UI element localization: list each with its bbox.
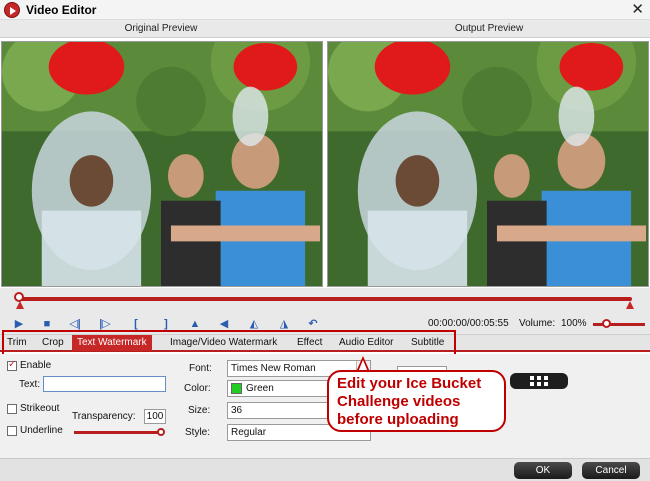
dialog-footer: OK Cancel: [0, 458, 650, 481]
volume-label: Volume:: [519, 318, 556, 329]
original-preview-label: Original Preview: [124, 23, 198, 34]
text-watermark-panel: Enable Text: Strikeout Transparency: 100…: [0, 354, 650, 458]
output-preview-frame: [327, 41, 649, 287]
window-title: Video Editor: [26, 3, 97, 17]
video-frame-image: [2, 42, 322, 286]
preview-header: Original Preview Output Preview: [0, 20, 650, 38]
trim-start-marker-icon[interactable]: [16, 301, 24, 309]
font-label: Font:: [189, 363, 212, 374]
watermark-text-input[interactable]: [43, 376, 166, 392]
original-preview-frame: [1, 41, 323, 287]
tab-image-video-watermark[interactable]: Image/Video Watermark: [165, 335, 282, 351]
callout-line-1: Edit your Ice Bucket: [337, 375, 482, 392]
tab-text-watermark[interactable]: Text Watermark: [72, 335, 152, 351]
size-value: 36: [231, 405, 243, 416]
tab-audio-editor[interactable]: Audio Editor: [334, 335, 398, 351]
set-start-icon[interactable]: [: [129, 317, 143, 331]
tab-trim[interactable]: Trim: [2, 335, 32, 351]
enable-label: Enable: [20, 360, 52, 371]
callout-line-2: Challenge videos: [337, 393, 461, 410]
underline-checkbox[interactable]: [7, 426, 17, 436]
transparency-slider-thumb[interactable]: [157, 428, 165, 436]
volume-slider-thumb[interactable]: [602, 319, 611, 328]
prev-frame-icon[interactable]: ◁|: [68, 317, 82, 331]
timeline-track[interactable]: [18, 297, 632, 301]
color-value: Green: [246, 383, 274, 394]
trim-end-marker-icon[interactable]: [626, 301, 634, 309]
transparency-input[interactable]: 100: [144, 409, 166, 424]
size-label: Size:: [188, 405, 211, 416]
style-label: Style:: [185, 427, 211, 438]
playback-controls: ▶ ■ ◁| |▷ [ ] ▲ ◀ ◭ ◮ ↶ 00:00:00/00:05:5…: [0, 314, 650, 334]
text-label: Text:: [19, 379, 41, 390]
editor-tabs: Trim Crop Text Watermark Image/Video Wat…: [0, 334, 650, 352]
flip-left-icon[interactable]: ◀: [217, 317, 231, 331]
ok-button[interactable]: OK: [514, 462, 572, 479]
strikeout-label: Strikeout: [20, 403, 60, 414]
strikeout-checkbox[interactable]: [7, 404, 17, 414]
enable-checkbox[interactable]: [7, 359, 17, 371]
annotation-callout: Edit your Ice Bucket Challenge videos be…: [327, 370, 506, 432]
undo-icon[interactable]: ↶: [306, 317, 320, 331]
rotate-right-icon[interactable]: ◮: [277, 317, 291, 331]
color-label: Color:: [184, 383, 211, 394]
position-grid-button[interactable]: [510, 373, 568, 389]
next-frame-icon[interactable]: |▷: [98, 317, 112, 331]
style-value: Regular: [231, 427, 267, 438]
rotate-left-icon[interactable]: ◭: [247, 317, 261, 331]
set-end-icon[interactable]: ]: [159, 317, 173, 331]
font-value: Times New Roman: [231, 363, 316, 374]
cancel-button[interactable]: Cancel: [582, 462, 640, 479]
transparency-slider-track[interactable]: [74, 431, 162, 434]
grid-icon: [530, 376, 548, 386]
color-swatch: [231, 383, 242, 394]
output-preview-label: Output Preview: [454, 23, 524, 34]
callout-line-3: before uploading: [337, 411, 459, 428]
title-bar: Video Editor ✕: [0, 0, 650, 20]
time-readout: 00:00:00/00:05:55: [428, 318, 509, 329]
tab-crop[interactable]: Crop: [37, 335, 69, 351]
stop-icon[interactable]: ■: [40, 317, 54, 331]
transparency-label: Transparency:: [72, 411, 136, 422]
volume-slider-track[interactable]: [593, 323, 645, 326]
tab-subtitle[interactable]: Subtitle: [406, 335, 449, 351]
play-icon[interactable]: ▶: [12, 317, 26, 331]
close-icon[interactable]: ✕: [631, 0, 644, 18]
tab-effect[interactable]: Effect: [292, 335, 327, 351]
video-frame-image: [328, 42, 648, 286]
underline-label: Underline: [20, 425, 63, 436]
volume-value: 100%: [561, 318, 587, 329]
timeline: [0, 288, 650, 314]
flip-vertical-icon[interactable]: ▲: [188, 317, 202, 331]
app-logo-icon: [4, 2, 20, 18]
